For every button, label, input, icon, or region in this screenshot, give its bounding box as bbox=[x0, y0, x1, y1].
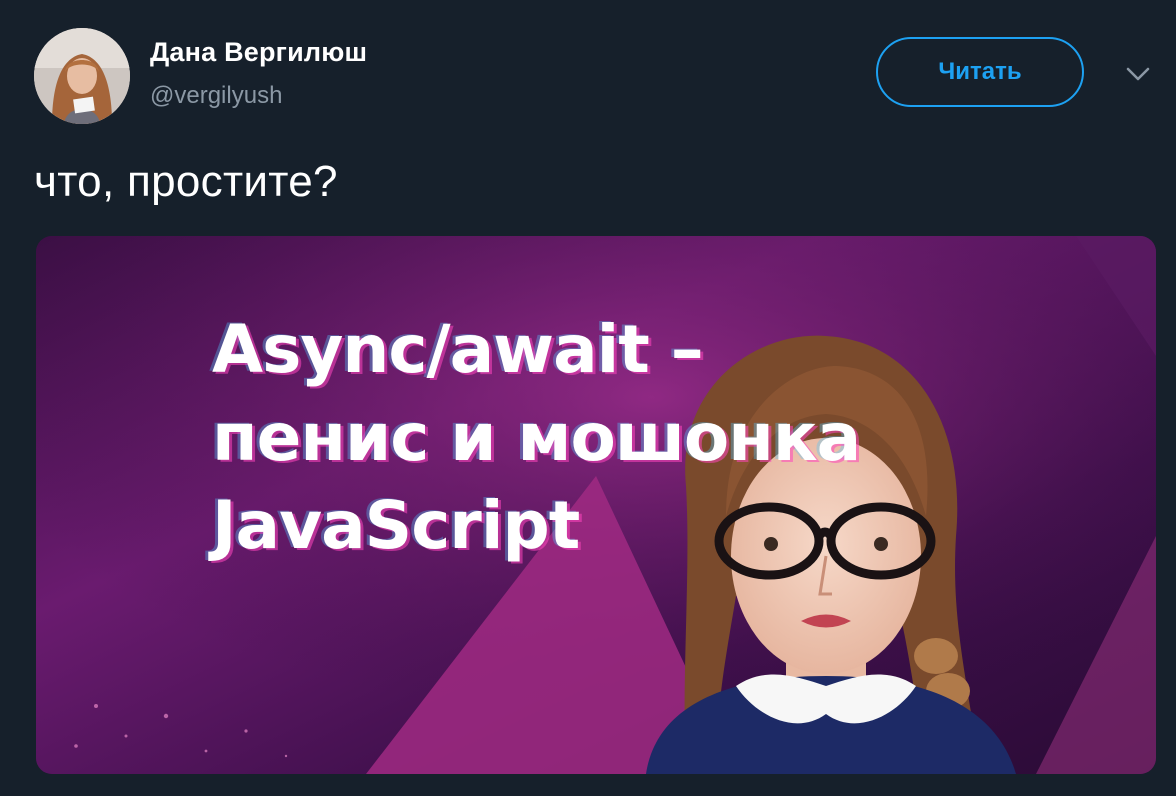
tweet-card: Дана Вергилюш @vergilyush Читать что, пр… bbox=[0, 0, 1176, 796]
follow-button[interactable]: Читать bbox=[876, 37, 1084, 107]
author-name[interactable]: Дана Вергилюш bbox=[150, 37, 367, 68]
avatar-image bbox=[34, 28, 130, 124]
headline-line: Async/await – bbox=[212, 311, 704, 388]
avatar[interactable] bbox=[34, 28, 130, 124]
chevron-down-icon[interactable] bbox=[1122, 62, 1154, 86]
headline-line: JavaScript bbox=[212, 487, 580, 564]
tweet-media[interactable]: Async/await – пенис и мошонка JavaScript bbox=[36, 236, 1156, 774]
headline-line: пенис и мошонка bbox=[212, 399, 861, 476]
tweet-text: что, простите? bbox=[34, 157, 338, 206]
author-handle[interactable]: @vergilyush bbox=[150, 82, 282, 110]
media-headline: Async/await – пенис и мошонка JavaScript bbox=[212, 306, 861, 570]
